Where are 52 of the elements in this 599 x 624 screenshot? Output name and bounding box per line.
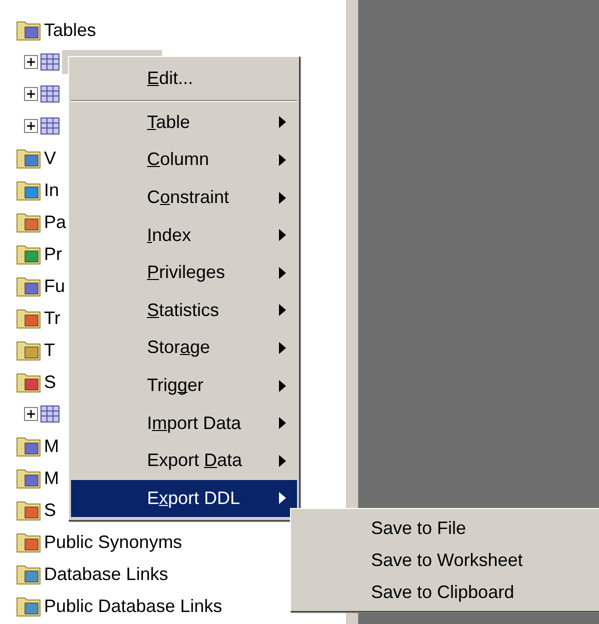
folder-icon — [16, 147, 42, 169]
tree-item[interactable]: In — [44, 180, 60, 200]
tree-item[interactable]: Tables — [44, 20, 96, 40]
folder-icon — [16, 307, 42, 329]
folder-icon — [16, 339, 42, 361]
folder-icon — [16, 595, 42, 617]
table-icon — [40, 52, 60, 72]
expand-icon[interactable] — [24, 55, 38, 69]
menu-item[interactable]: Export DDL — [71, 480, 297, 518]
menu-item[interactable]: Table — [71, 104, 297, 142]
folder-icon — [16, 531, 42, 553]
tree-item[interactable]: Tr — [44, 308, 60, 328]
tree-item[interactable]: S — [44, 500, 56, 520]
folder-icon — [16, 435, 42, 457]
tree-item[interactable]: Pr — [44, 244, 62, 264]
menu-item[interactable]: Save to Clipboard — [293, 576, 598, 608]
menu-item[interactable]: Storage — [71, 329, 297, 367]
menu-item[interactable]: Privileges — [71, 254, 297, 292]
table-icon — [40, 404, 60, 424]
folder-icon — [16, 179, 42, 201]
menu-item[interactable]: Export Data — [71, 442, 297, 480]
tree-item[interactable]: V — [44, 148, 56, 168]
folder-icon — [16, 467, 42, 489]
menu-item[interactable]: Trigger — [71, 366, 297, 404]
tree-item[interactable]: Public Synonyms — [44, 532, 182, 552]
tree-item[interactable]: T — [44, 340, 55, 360]
tree-item[interactable]: S — [44, 372, 56, 392]
expand-icon[interactable] — [24, 407, 38, 421]
expand-icon[interactable] — [24, 119, 38, 133]
menu-item[interactable]: Statistics — [71, 292, 297, 330]
folder-icon — [16, 371, 42, 393]
menu-item[interactable]: Column — [71, 141, 297, 179]
folder-icon — [16, 243, 42, 265]
table-icon — [40, 84, 60, 104]
folder-icon — [16, 499, 42, 521]
menu-item[interactable]: Import Data — [71, 404, 297, 442]
menu-item[interactable]: Edit... — [71, 60, 297, 98]
folder-icon — [16, 563, 42, 585]
menu-item[interactable]: Save to Worksheet — [293, 544, 598, 576]
folder-icon — [16, 19, 42, 41]
tree-item[interactable]: Fu — [44, 276, 66, 296]
tree-item[interactable]: Pa — [44, 212, 66, 232]
menu-item[interactable]: Constraint — [71, 178, 297, 216]
folder-icon — [16, 211, 42, 233]
tree-item[interactable]: M — [44, 468, 59, 488]
expand-icon[interactable] — [24, 87, 38, 101]
table-icon — [40, 116, 60, 136]
tree-item[interactable]: Public Database Links — [44, 596, 222, 616]
folder-icon — [16, 275, 42, 297]
tree-item[interactable]: Database Links — [44, 564, 168, 584]
tree-item[interactable]: M — [44, 436, 59, 456]
menu-item[interactable]: Index — [71, 216, 297, 254]
